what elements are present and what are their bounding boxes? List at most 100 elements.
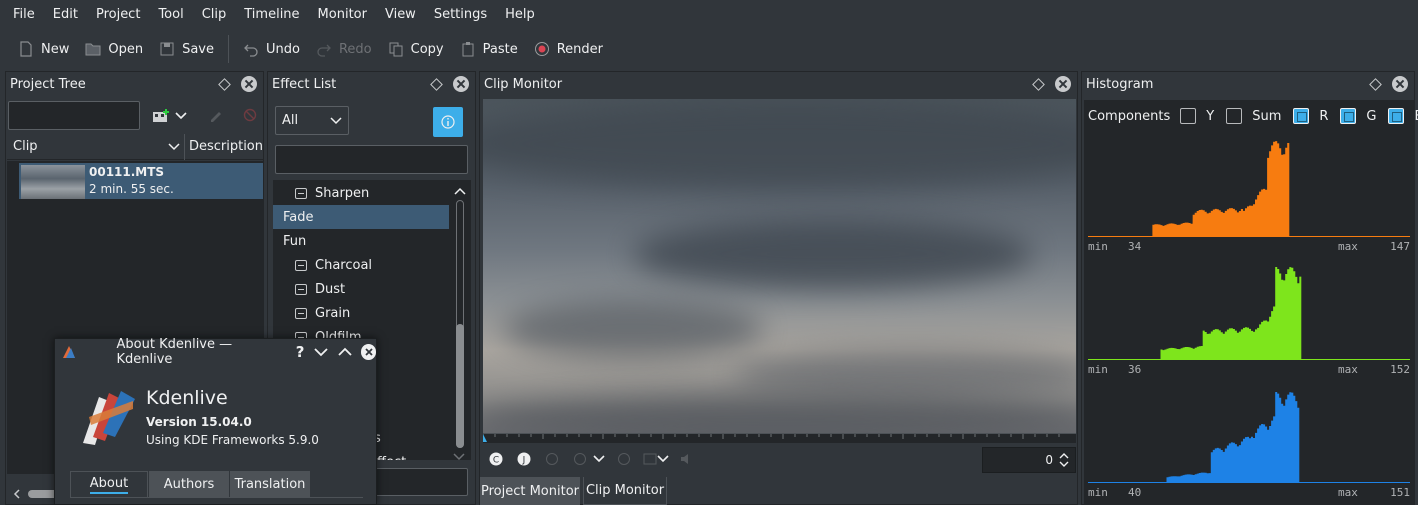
maximize-icon[interactable]: [338, 347, 352, 357]
horizontal-scrollbar[interactable]: [10, 488, 60, 500]
save-button[interactable]: Save: [151, 34, 222, 64]
new-button[interactable]: New: [10, 34, 77, 64]
set-zone-out-icon[interactable]: J: [517, 452, 531, 469]
chevron-down-icon[interactable]: [657, 453, 669, 467]
help-icon[interactable]: ?: [296, 343, 305, 361]
effect-search-input[interactable]: [275, 145, 468, 174]
checkbox-icon: [1340, 108, 1357, 124]
tab-authors-label: Authors: [163, 476, 215, 492]
menu-settings[interactable]: Settings: [425, 0, 496, 30]
effect-partial-text: ffect: [377, 455, 406, 460]
clip-ruler[interactable]: [483, 433, 1076, 443]
svg-text:J: J: [522, 455, 526, 465]
float-icon[interactable]: [1031, 77, 1045, 91]
clip-monitor-title: Clip Monitor: [484, 76, 563, 92]
delete-clip-icon[interactable]: [243, 108, 257, 125]
close-icon[interactable]: [453, 76, 469, 92]
effect-item[interactable]: Grain: [273, 301, 449, 325]
chevron-down-icon[interactable]: [593, 453, 605, 467]
about-dialog: About Kdenlive — Kdenlive ? Kdenlive Ver…: [54, 337, 377, 505]
component-checkbox-r[interactable]: R: [1293, 108, 1328, 124]
component-checkbox-b[interactable]: B: [1388, 108, 1418, 124]
menu-help[interactable]: Help: [496, 0, 544, 30]
clip-name: 00111.MTS: [89, 165, 165, 179]
menu-monitor[interactable]: Monitor: [309, 0, 376, 30]
close-icon[interactable]: [241, 76, 257, 92]
column-clip[interactable]: Clip: [7, 133, 185, 160]
minimize-icon[interactable]: [314, 347, 328, 357]
close-icon[interactable]: [360, 344, 377, 360]
about-version: Version 15.04.0: [146, 415, 252, 429]
float-icon[interactable]: [429, 77, 443, 91]
histogram-max-label: max: [1338, 363, 1358, 376]
effect-icon: [295, 307, 307, 319]
effect-item[interactable]: Sharpen: [273, 181, 449, 205]
menu-file[interactable]: File: [4, 0, 44, 30]
ruler-ticks-icon: [483, 434, 1060, 442]
menu-project[interactable]: Project: [87, 0, 149, 30]
render-button[interactable]: Render: [526, 34, 611, 64]
play-icon[interactable]: [573, 452, 587, 469]
chevron-down-icon[interactable]: [453, 452, 465, 462]
save-icon: [159, 41, 175, 57]
histogram-titlebar: Histogram: [1082, 72, 1414, 96]
effect-item[interactable]: Fun: [273, 229, 449, 253]
effect-scrollbar[interactable]: [453, 184, 467, 454]
rewind-icon[interactable]: [545, 452, 559, 469]
tab-project-monitor[interactable]: Project Monitor: [480, 477, 580, 505]
menu-clip[interactable]: Clip: [193, 0, 236, 30]
undo-button[interactable]: Undo: [235, 34, 308, 64]
audio-icon[interactable]: [679, 452, 693, 469]
effect-item[interactable]: Fade: [273, 205, 449, 229]
checkbox-icon: [1293, 108, 1310, 124]
open-button[interactable]: Open: [77, 34, 151, 64]
copy-button[interactable]: Copy: [380, 34, 452, 64]
project-tree-header: Clip Description: [7, 133, 263, 160]
components-label: Components: [1088, 108, 1171, 124]
monitor-overlay-icon[interactable]: [643, 452, 657, 469]
menu-view[interactable]: View: [376, 0, 425, 30]
float-icon[interactable]: [217, 77, 231, 91]
effect-list-title: Effect List: [272, 76, 337, 92]
paste-button[interactable]: Paste: [452, 34, 526, 64]
tab-authors[interactable]: Authors: [149, 471, 229, 497]
tab-clip-monitor[interactable]: Clip Monitor: [583, 477, 667, 505]
redo-button[interactable]: Redo: [308, 34, 380, 64]
effect-item-label: Charcoal: [315, 257, 373, 273]
effect-item[interactable]: Charcoal: [273, 253, 449, 277]
chevron-down-icon: [168, 142, 180, 150]
component-label: Y: [1206, 108, 1215, 124]
effect-item[interactable]: Dust: [273, 277, 449, 301]
forward-icon[interactable]: [617, 452, 631, 469]
tab-about[interactable]: About: [70, 471, 148, 497]
checkbox-icon: [1226, 108, 1243, 124]
effect-filter-select[interactable]: All: [275, 106, 349, 135]
timecode-spinbox[interactable]: 0: [982, 447, 1076, 473]
add-clip-button[interactable]: [152, 108, 192, 124]
spin-arrows-icon[interactable]: [1058, 451, 1070, 469]
svg-text:C: C: [493, 455, 499, 465]
menu-timeline[interactable]: Timeline: [235, 0, 308, 30]
close-icon[interactable]: [1392, 76, 1408, 92]
clip-row[interactable]: 00111.MTS 2 min. 55 sec.: [19, 163, 263, 199]
menu-tool[interactable]: Tool: [149, 0, 192, 30]
effect-info-button[interactable]: [433, 107, 463, 137]
tab-translation[interactable]: Translation: [230, 471, 310, 497]
set-zone-in-icon[interactable]: C: [489, 452, 503, 469]
menu-edit[interactable]: Edit: [44, 0, 87, 30]
component-checkbox-y[interactable]: Y: [1180, 108, 1214, 124]
close-icon[interactable]: [1055, 76, 1071, 92]
edit-clip-icon[interactable]: [209, 108, 223, 125]
component-checkbox-g[interactable]: G: [1340, 108, 1376, 124]
effect-icon: [295, 187, 307, 199]
histogram-channel-r: min 34 max 147: [1088, 141, 1410, 253]
paste-label: Paste: [482, 41, 518, 57]
effect-description-box: [368, 468, 468, 496]
histogram-area: [1088, 267, 1410, 359]
histogram-channel-g: min 36 max 152: [1088, 267, 1410, 376]
float-icon[interactable]: [1368, 77, 1382, 91]
column-description[interactable]: Description: [185, 139, 263, 154]
component-checkbox-sum[interactable]: Sum: [1226, 108, 1281, 124]
project-search-input[interactable]: [8, 101, 140, 130]
clip-video-frame[interactable]: [483, 99, 1076, 433]
